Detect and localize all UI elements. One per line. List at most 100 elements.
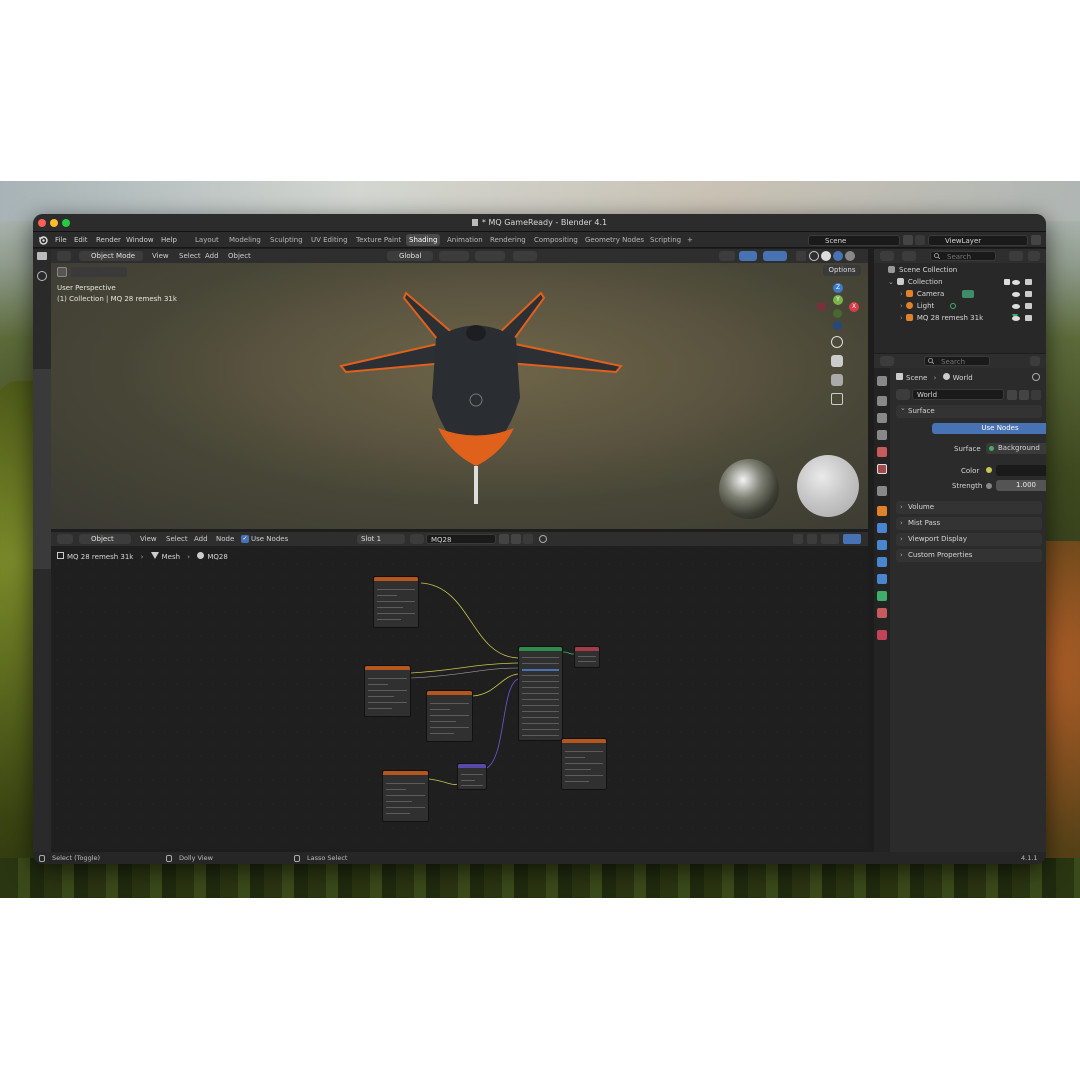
render-tab-icon[interactable]	[877, 396, 887, 406]
tab-sculpting[interactable]: Sculpting	[267, 234, 306, 246]
image-texture-node-metallic[interactable]	[364, 665, 411, 717]
mesh-render-camera-icon[interactable]	[1025, 315, 1032, 321]
tab-geometry-nodes[interactable]: Geometry Nodes	[582, 234, 647, 246]
perspective-grid-icon[interactable]	[831, 393, 843, 405]
visibility-dropdown[interactable]	[719, 251, 735, 261]
world-tab-icon[interactable]	[877, 464, 887, 474]
collection-tab-icon[interactable]	[877, 486, 887, 496]
menu-window[interactable]: Window	[126, 232, 154, 248]
proportional-editing-toggle[interactable]	[513, 251, 537, 261]
menu-edit[interactable]: Edit	[74, 232, 88, 248]
particles-tab-icon[interactable]	[877, 540, 887, 550]
menu-help[interactable]: Help	[161, 232, 177, 248]
world-browse-dropdown[interactable]	[896, 389, 910, 400]
viewport-menu-select[interactable]: Select	[179, 249, 201, 263]
use-nodes-button[interactable]: Use Nodes	[932, 423, 1046, 434]
scene-tab-icon[interactable]	[877, 447, 887, 457]
delete-scene-icon[interactable]	[915, 235, 925, 245]
fake-user-shield-icon[interactable]	[1007, 390, 1017, 400]
surface-shader-field[interactable]: Background	[986, 443, 1046, 454]
principled-bsdf-node[interactable]	[518, 646, 563, 741]
viewport-display-panel-header[interactable]: Viewport Display	[896, 533, 1042, 546]
tab-uv-editing[interactable]: UV Editing	[308, 234, 351, 246]
camera-view-icon[interactable]	[831, 374, 843, 386]
node-editor-type[interactable]	[57, 534, 73, 544]
tool-tab-icon[interactable]	[877, 376, 887, 386]
aircraft-model[interactable]	[306, 288, 636, 518]
material-browse-dropdown[interactable]	[410, 534, 424, 544]
viewport-menu-add[interactable]: Add	[205, 249, 219, 263]
material-preview-shading-icon[interactable]	[833, 251, 843, 261]
editor-type-dropdown[interactable]	[57, 251, 71, 261]
data-tab-icon[interactable]	[877, 591, 887, 601]
material-output-node[interactable]	[574, 646, 600, 668]
material-fake-user-icon[interactable]	[499, 534, 509, 544]
gizmo-z-axis[interactable]: Z	[833, 283, 843, 293]
object-tab-icon[interactable]	[877, 506, 887, 516]
light-render-camera-icon[interactable]	[1025, 303, 1032, 309]
image-texture-node-basecolor[interactable]	[373, 576, 419, 628]
menu-render[interactable]: Render	[96, 232, 121, 248]
collection-render-camera-icon[interactable]	[1025, 279, 1032, 285]
3d-viewport[interactable]: User Perspective (1) Collection | MQ 28 …	[51, 263, 868, 529]
duplicate-world-icon[interactable]	[1019, 390, 1029, 400]
collection-visibility-eye-icon[interactable]	[1012, 280, 1020, 285]
scene-collection-row[interactable]: Scene Collection	[888, 264, 957, 276]
mesh-visibility-eye-icon[interactable]	[1012, 316, 1020, 321]
tab-texture-paint[interactable]: Texture Paint	[353, 234, 404, 246]
gizmo-toggle[interactable]	[739, 251, 757, 261]
duplicate-material-icon[interactable]	[511, 534, 521, 544]
editor-type-icon[interactable]	[37, 252, 47, 260]
tab-layout[interactable]: Layout	[192, 234, 222, 246]
viewport-menu-view[interactable]: View	[152, 249, 169, 263]
scene-selector[interactable]: Scene	[808, 235, 900, 246]
tab-compositing[interactable]: Compositing	[531, 234, 581, 246]
material-name-field[interactable]: MQ28	[426, 534, 496, 544]
light-data-icon[interactable]	[950, 303, 956, 309]
outliner-item-light[interactable]: › Light	[900, 300, 1040, 312]
exclude-checkbox[interactable]	[1004, 279, 1010, 285]
view-layer-tab-icon[interactable]	[877, 430, 887, 440]
object-mode-dropdown[interactable]: Object Mode	[79, 251, 143, 261]
node-pin-icon[interactable]	[539, 535, 547, 543]
camera-visibility-eye-icon[interactable]	[1012, 292, 1020, 297]
world-name-field[interactable]: World	[912, 389, 1004, 400]
unlink-material-icon[interactable]	[523, 534, 533, 544]
gizmo-neg-z-axis[interactable]	[833, 321, 842, 330]
zoom-view-icon[interactable]	[831, 336, 843, 348]
camera-data-icon[interactable]	[962, 290, 974, 298]
image-texture-node-unlinked[interactable]	[561, 738, 607, 790]
camera-expand-icon[interactable]: ›	[900, 290, 903, 298]
xray-toggle[interactable]	[796, 251, 806, 261]
selection-mode-buttons[interactable]	[71, 267, 127, 277]
surface-panel-header[interactable]: Surface	[896, 402, 1042, 418]
mesh-expand-icon[interactable]: ›	[900, 314, 903, 322]
shader-node-editor[interactable]: MQ 28 remesh 31k › Mesh › MQ28	[51, 546, 868, 849]
properties-options-dropdown[interactable]	[1030, 356, 1040, 366]
light-expand-icon[interactable]: ›	[900, 302, 903, 310]
tab-modeling[interactable]: Modeling	[226, 234, 264, 246]
tab-scripting[interactable]: Scripting	[647, 234, 684, 246]
shader-type-dropdown[interactable]: Object	[79, 534, 131, 544]
material-tab-icon[interactable]	[877, 608, 887, 618]
new-view-layer-icon[interactable]	[1031, 235, 1041, 245]
collection-row[interactable]: ⌄ Collection	[888, 276, 1040, 288]
snap-mode-dropdown[interactable]	[821, 534, 839, 544]
outliner-editor-type[interactable]	[880, 251, 894, 261]
constraints-tab-icon[interactable]	[877, 574, 887, 584]
wireframe-shading-icon[interactable]	[809, 251, 819, 261]
gizmo-x-axis[interactable]: X	[849, 302, 859, 312]
use-nodes-checkbox[interactable]: ✓	[241, 535, 249, 543]
slot-dropdown[interactable]: Slot 1	[357, 534, 405, 544]
shader-ball-icon[interactable]	[37, 271, 47, 281]
node-menu-select[interactable]: Select	[166, 532, 188, 546]
hand-pan-icon[interactable]	[831, 355, 843, 367]
rendered-shading-icon[interactable]	[845, 251, 855, 261]
unlink-world-icon[interactable]	[1031, 390, 1041, 400]
outliner-item-mesh[interactable]: › MQ 28 remesh 31k	[900, 312, 1040, 324]
add-workspace-button[interactable]: +	[684, 234, 696, 246]
node-overlays-toggle[interactable]	[843, 534, 861, 544]
mist-pass-panel-header[interactable]: Mist Pass	[896, 517, 1042, 530]
options-dropdown[interactable]: Options	[823, 265, 861, 276]
properties-editor-type[interactable]	[880, 356, 894, 366]
